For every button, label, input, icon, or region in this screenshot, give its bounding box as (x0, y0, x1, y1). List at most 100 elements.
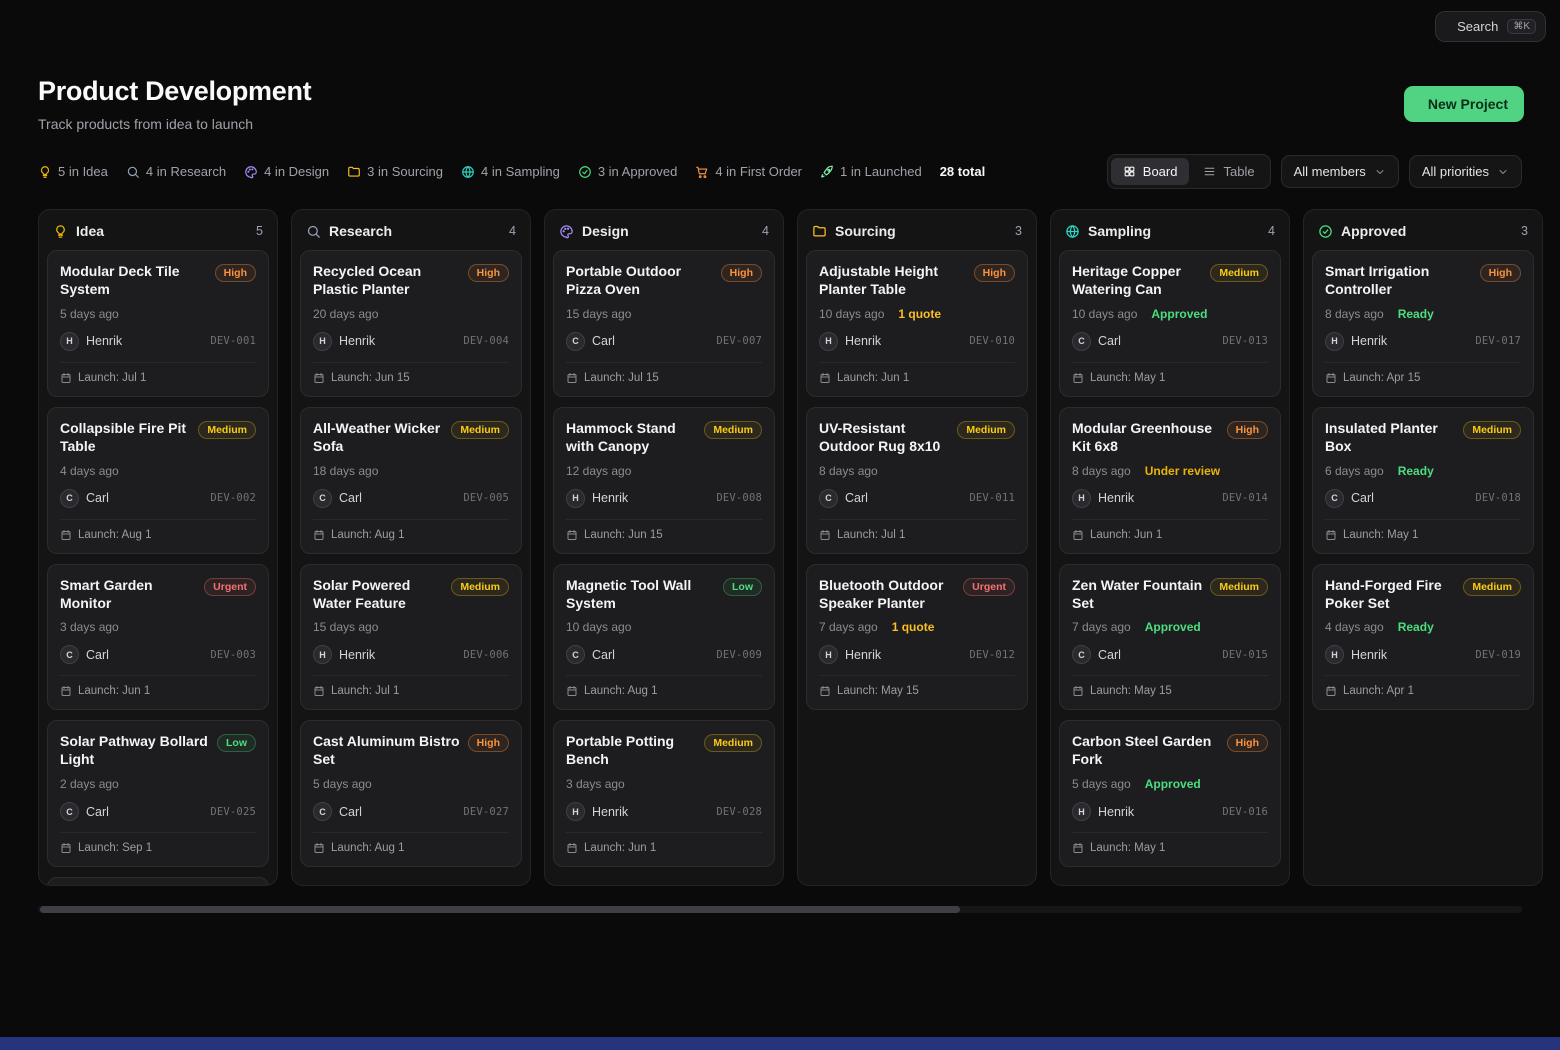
card-id: DEV-012 (969, 649, 1015, 661)
calendar-icon (1072, 842, 1084, 854)
column-count: 3 (1521, 224, 1528, 238)
calendar-icon (1072, 685, 1084, 697)
search-icon (306, 224, 321, 239)
cart-icon (695, 165, 709, 179)
column-sampling: Sampling4Heritage Copper Watering CanMed… (1050, 209, 1290, 886)
table-view-button[interactable]: Table (1191, 158, 1266, 185)
card-title: Carbon Steel Garden Fork (1072, 733, 1219, 769)
card-age: 15 days ago (566, 307, 631, 321)
card-title: Smart Irrigation Controller (1325, 263, 1472, 299)
avatar: H (819, 332, 838, 351)
card-age: 8 days ago (819, 464, 878, 478)
column-header: Sampling4 (1051, 210, 1289, 250)
card-age: 8 days ago (1072, 464, 1131, 478)
priority-badge: High (1227, 421, 1268, 439)
card-status: Approved (1145, 620, 1201, 634)
new-project-button[interactable]: New Project (1404, 86, 1524, 122)
calendar-icon (313, 372, 325, 384)
card[interactable]: Portable Potting BenchMedium3 days agoHH… (553, 720, 775, 867)
avatar: C (60, 802, 79, 821)
page-header: Product Development Track products from … (0, 52, 1560, 132)
card[interactable]: Hand-Forged Fire Poker SetMedium4 days a… (1312, 564, 1534, 711)
card[interactable]: Modular Greenhouse Kit 6x8High8 days ago… (1059, 407, 1281, 554)
card-id: DEV-019 (1475, 649, 1521, 661)
globe-icon (1065, 224, 1080, 239)
launch-date: Launch: Jun 15 (331, 372, 410, 384)
card[interactable]: Hammock Stand with CanopyMedium12 days a… (553, 407, 775, 554)
card[interactable]: Modular Deck Tile SystemHigh5 days agoHH… (47, 250, 269, 397)
launch-date: Launch: Jul 1 (837, 529, 905, 541)
card[interactable]: Heritage Copper Watering CanMedium10 day… (1059, 250, 1281, 397)
card[interactable]: Bluetooth Outdoor Speaker PlanterUrgent7… (806, 564, 1028, 711)
priority-badge: Low (217, 734, 256, 752)
stat-item: 4 in Research (126, 164, 226, 179)
card-title: Solar Powered Water Feature (313, 577, 443, 613)
card[interactable]: Portable Outdoor Pizza OvenHigh15 days a… (553, 250, 775, 397)
priority-badge: High (468, 734, 509, 752)
card[interactable]: Recycled Ocean Plastic PlanterHigh20 day… (300, 250, 522, 397)
members-filter-dropdown[interactable]: All members (1281, 155, 1399, 188)
stat-item: 3 in Approved (578, 164, 678, 179)
assignee-name: Henrik (339, 334, 456, 348)
card-status: Under review (1145, 464, 1220, 478)
priority-badge: Medium (704, 421, 762, 439)
priority-badge: Medium (1210, 578, 1268, 596)
card-status: Ready (1398, 307, 1434, 321)
assignee-name: Carl (339, 805, 456, 819)
assignee-name: Henrik (1351, 648, 1468, 662)
card[interactable]: UV-Resistant Outdoor Rug 8x10Medium8 day… (806, 407, 1028, 554)
card-id: DEV-015 (1222, 649, 1268, 661)
card-age: 18 days ago (313, 464, 378, 478)
card[interactable]: Carbon Steel Garden ForkHigh5 days agoAp… (1059, 720, 1281, 867)
avatar: H (1072, 489, 1091, 508)
column-cards: Heritage Copper Watering CanMedium10 day… (1051, 250, 1289, 875)
card-id: DEV-014 (1222, 492, 1268, 504)
search-icon (126, 165, 140, 179)
card[interactable]: Adjustable Height Planter TableHigh10 da… (806, 250, 1028, 397)
card[interactable]: Collapsible Fire Pit TableMedium4 days a… (47, 407, 269, 554)
priority-badge: High (721, 264, 762, 282)
calendar-icon (819, 529, 831, 541)
card[interactable]: Cast Aluminum Bistro SetHigh5 days agoCC… (300, 720, 522, 867)
card[interactable]: Insulated Planter BoxMedium6 days agoRea… (1312, 407, 1534, 554)
card-title: Smart Garden Monitor (60, 577, 196, 613)
card-age: 5 days ago (313, 777, 372, 791)
card[interactable]: Smart Irrigation ControllerHigh8 days ag… (1312, 250, 1534, 397)
calendar-icon (60, 372, 72, 384)
members-filter-value: All members (1294, 164, 1366, 179)
card[interactable]: Ergonomic Weeding ToolMedium1 day agoHHe… (47, 877, 269, 885)
stat-label: 4 in Sampling (481, 164, 560, 179)
stat-item: 1 in Launched (820, 164, 922, 179)
search-button[interactable]: Search ⌘K (1435, 11, 1546, 42)
launch-date: Launch: May 15 (837, 685, 919, 697)
launch-date: Launch: Jul 15 (584, 372, 659, 384)
column-cards: Adjustable Height Planter TableHigh10 da… (798, 250, 1036, 718)
view-toggle: Board Table (1107, 154, 1271, 189)
priority-badge: Medium (198, 421, 256, 439)
calendar-icon (566, 685, 578, 697)
stat-label: 3 in Sourcing (367, 164, 443, 179)
card[interactable]: All-Weather Wicker SofaMedium18 days ago… (300, 407, 522, 554)
priority-badge: Medium (451, 578, 509, 596)
assignee-name: Henrik (845, 334, 962, 348)
calendar-icon (566, 529, 578, 541)
stat-label: 4 in Research (146, 164, 226, 179)
search-label: Search (1457, 19, 1498, 34)
priorities-filter-dropdown[interactable]: All priorities (1409, 155, 1522, 188)
card-status: Approved (1145, 777, 1201, 791)
column-name: Research (329, 223, 501, 239)
card[interactable]: Zen Water Fountain SetMedium7 days agoAp… (1059, 564, 1281, 711)
card[interactable]: Magnetic Tool Wall SystemLow10 days agoC… (553, 564, 775, 711)
card[interactable]: Solar Powered Water FeatureMedium15 days… (300, 564, 522, 711)
chevron-down-icon (1497, 166, 1509, 178)
board-view-button[interactable]: Board (1111, 158, 1190, 185)
column-name: Sampling (1088, 223, 1260, 239)
launch-date: Launch: Aug 1 (584, 685, 658, 697)
card[interactable]: Solar Pathway Bollard LightLow2 days ago… (47, 720, 269, 867)
card[interactable]: Smart Garden MonitorUrgent3 days agoCCar… (47, 564, 269, 711)
card-id: DEV-009 (716, 649, 762, 661)
lightbulb-icon (38, 165, 52, 179)
avatar: C (1325, 489, 1344, 508)
scrollbar-thumb[interactable] (40, 906, 960, 913)
avatar: H (1072, 802, 1091, 821)
